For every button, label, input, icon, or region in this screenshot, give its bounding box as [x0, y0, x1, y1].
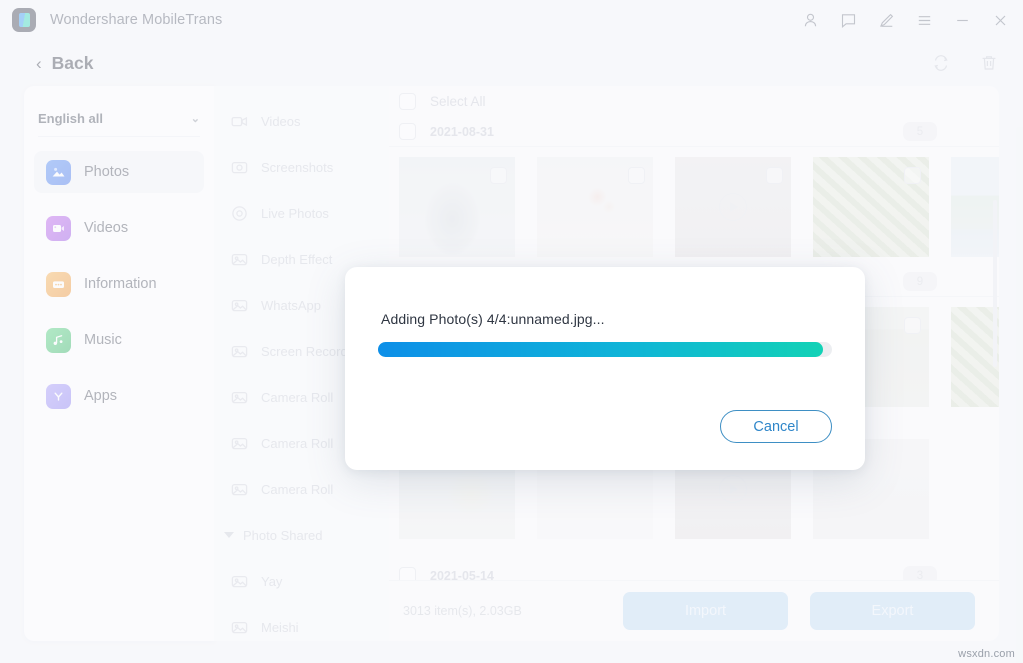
- progress-bar: [378, 342, 832, 357]
- progress-bar-fill: [378, 342, 823, 357]
- cancel-button[interactable]: Cancel: [720, 410, 832, 443]
- watermark: wsxdn.com: [958, 648, 1015, 660]
- progress-message: Adding Photo(s) 4/4:unnamed.jpg...: [381, 311, 605, 327]
- app-window: Wondershare MobileTrans: [0, 0, 1023, 663]
- progress-dialog: Adding Photo(s) 4/4:unnamed.jpg... Cance…: [345, 267, 865, 470]
